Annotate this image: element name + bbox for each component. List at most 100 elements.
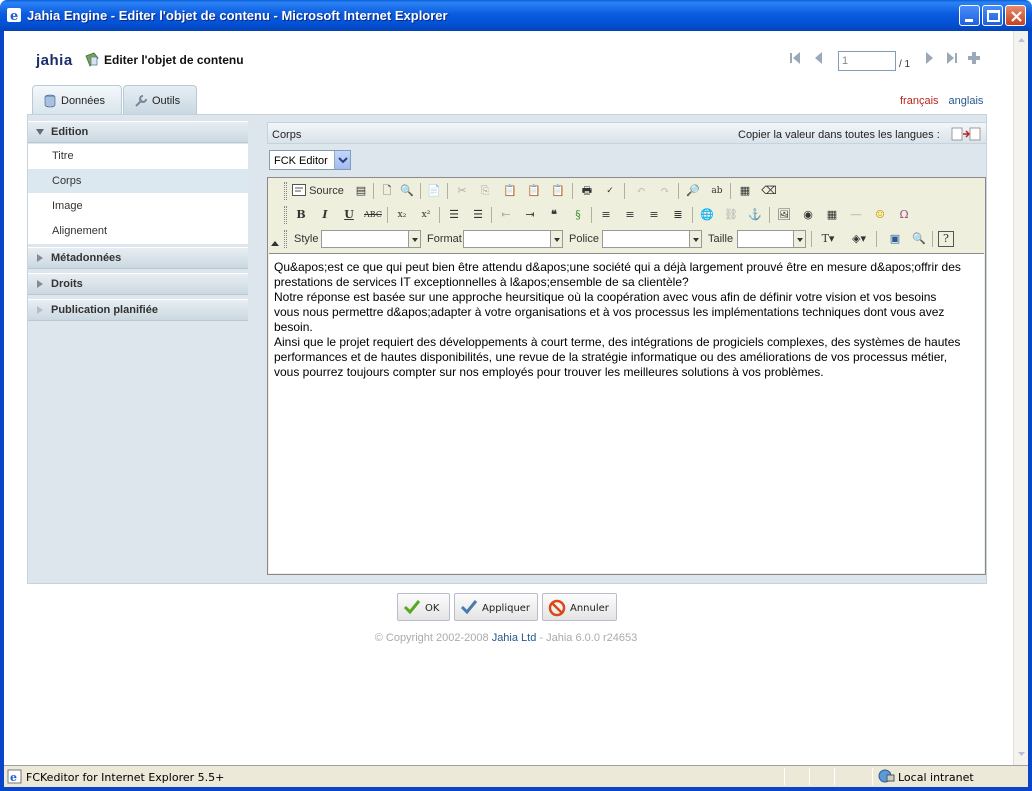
- italic-icon[interactable]: I: [316, 206, 334, 224]
- format-combo[interactable]: [463, 230, 563, 248]
- cancel-button[interactable]: Annuler: [542, 593, 617, 621]
- section-edition[interactable]: Edition: [28, 121, 248, 143]
- align-right-icon[interactable]: ≡: [645, 206, 663, 224]
- select-all-icon[interactable]: ▦: [736, 182, 754, 200]
- sidebar-item-image[interactable]: Image: [28, 194, 248, 218]
- item-label: Alignement: [52, 225, 108, 237]
- chevron-down-icon[interactable]: [408, 231, 420, 247]
- lang-french[interactable]: français: [900, 95, 939, 107]
- scroll-down-icon[interactable]: [1016, 747, 1027, 761]
- previous-page-icon[interactable]: [810, 50, 828, 66]
- apply-button[interactable]: Appliquer: [454, 593, 538, 621]
- horizontal-rule-icon[interactable]: ―: [847, 206, 865, 224]
- vertical-scrollbar[interactable]: [1013, 31, 1028, 765]
- paste-icon[interactable]: 📋: [501, 182, 519, 200]
- section-publication[interactable]: Publication planifiée: [28, 299, 248, 321]
- new-page-icon[interactable]: 🗋: [378, 182, 396, 200]
- spellcheck-icon[interactable]: ✓: [601, 182, 619, 200]
- text-color-icon[interactable]: T▾: [816, 230, 840, 248]
- next-page-icon[interactable]: [920, 50, 938, 66]
- bold-icon[interactable]: B: [292, 206, 310, 224]
- lang-english[interactable]: anglais: [949, 95, 984, 107]
- source-button[interactable]: Source: [292, 182, 352, 200]
- toolbar-separator: [447, 183, 448, 199]
- tab-donnees[interactable]: Données: [32, 85, 122, 115]
- superscript-icon[interactable]: x²: [417, 206, 435, 224]
- print-icon[interactable]: 🖶: [578, 182, 596, 200]
- last-page-icon[interactable]: [942, 50, 960, 66]
- indent-icon[interactable]: ⇥: [521, 206, 539, 224]
- link-icon[interactable]: 🌐: [698, 206, 716, 224]
- company-link[interactable]: Jahia Ltd: [492, 632, 537, 644]
- subscript-icon[interactable]: x₂: [393, 206, 411, 224]
- align-left-icon[interactable]: ≡: [597, 206, 615, 224]
- maximize-icon: [987, 10, 1000, 22]
- special-char-icon[interactable]: Ω: [895, 206, 913, 224]
- create-div-icon[interactable]: §: [569, 206, 587, 224]
- editor-type-select[interactable]: FCK Editor: [269, 150, 351, 170]
- underline-icon[interactable]: U: [340, 206, 358, 224]
- chevron-down-icon[interactable]: [550, 231, 562, 247]
- remove-format-icon[interactable]: ⌫: [760, 182, 778, 200]
- copy-languages-icon[interactable]: [951, 126, 981, 142]
- redo-icon[interactable]: ↷: [656, 182, 674, 200]
- section-droits[interactable]: Droits: [28, 273, 248, 295]
- cancel-label: Annuler: [570, 603, 609, 614]
- paste-text-icon[interactable]: 📋: [525, 182, 543, 200]
- smiley-icon[interactable]: ☺: [871, 206, 889, 224]
- unlink-icon[interactable]: ⛓: [722, 206, 740, 224]
- font-combo[interactable]: [602, 230, 702, 248]
- item-label: Titre: [52, 150, 74, 162]
- image-icon[interactable]: 🖼: [775, 206, 793, 224]
- flash-icon[interactable]: ◉: [799, 206, 817, 224]
- paste-word-icon[interactable]: 📋: [549, 182, 567, 200]
- size-combo[interactable]: [737, 230, 806, 248]
- ok-button[interactable]: OK: [397, 593, 450, 621]
- add-page-icon[interactable]: [965, 50, 983, 66]
- toolbar-separator: [591, 207, 592, 223]
- replace-icon[interactable]: ab: [708, 182, 726, 200]
- chevron-down-icon[interactable]: [334, 151, 350, 169]
- find-icon[interactable]: 🔎: [684, 182, 702, 200]
- section-metadonnees[interactable]: Métadonnées: [28, 247, 248, 269]
- align-center-icon[interactable]: ≡: [621, 206, 639, 224]
- style-combo[interactable]: [321, 230, 421, 248]
- undo-icon[interactable]: ↶: [632, 182, 650, 200]
- scroll-up-icon[interactable]: [1016, 33, 1027, 47]
- outdent-icon[interactable]: ⇤: [497, 206, 515, 224]
- window-frame-left: [0, 31, 4, 791]
- about-icon[interactable]: ?: [938, 231, 954, 247]
- doc-props-icon[interactable]: ▤: [352, 182, 370, 200]
- first-page-icon[interactable]: [788, 50, 806, 66]
- toolbar-collapse-icon[interactable]: [270, 238, 280, 248]
- maximize-editor-icon[interactable]: ▣: [886, 230, 904, 248]
- content-area: Corps Copier la valeur dans toutes les l…: [267, 122, 987, 582]
- show-blocks-icon[interactable]: 🔍: [910, 230, 928, 248]
- justify-icon[interactable]: ≣: [669, 206, 687, 224]
- ordered-list-icon[interactable]: ☰: [445, 206, 463, 224]
- editor-content-area[interactable]: Qu&apos;est ce que qui peut bien être at…: [269, 253, 984, 573]
- table-icon[interactable]: ▦: [823, 206, 841, 224]
- anchor-icon[interactable]: ⚓: [746, 206, 764, 224]
- sidebar-item-titre[interactable]: Titre: [28, 144, 248, 168]
- templates-icon[interactable]: 📄: [425, 182, 443, 200]
- tab-outils[interactable]: Outils: [123, 85, 197, 114]
- blockquote-icon[interactable]: ❝: [545, 206, 563, 224]
- window-titlebar: e Jahia Engine - Editer l'objet de conte…: [0, 0, 1032, 31]
- bg-color-icon[interactable]: ◈▾: [847, 230, 871, 248]
- maximize-button[interactable]: [982, 5, 1003, 26]
- chevron-down-icon[interactable]: [689, 231, 701, 247]
- preview-icon[interactable]: 🔍: [398, 182, 416, 200]
- minimize-button[interactable]: [959, 5, 980, 26]
- copy-icon[interactable]: ⎘: [476, 182, 494, 200]
- close-window-button[interactable]: [1005, 5, 1026, 26]
- page-total: / 1: [899, 59, 911, 70]
- unordered-list-icon[interactable]: ☰: [469, 206, 487, 224]
- sidebar-item-alignement[interactable]: Alignement: [28, 219, 248, 243]
- chevron-down-icon[interactable]: [793, 231, 805, 247]
- cut-icon[interactable]: ✂: [453, 182, 471, 200]
- sidebar: Edition Titre Corps Image Alignement Mét…: [28, 121, 248, 583]
- strikethrough-icon[interactable]: ABC: [364, 206, 382, 224]
- sidebar-item-corps[interactable]: Corps: [28, 169, 248, 193]
- page-number-input[interactable]: [838, 51, 896, 71]
